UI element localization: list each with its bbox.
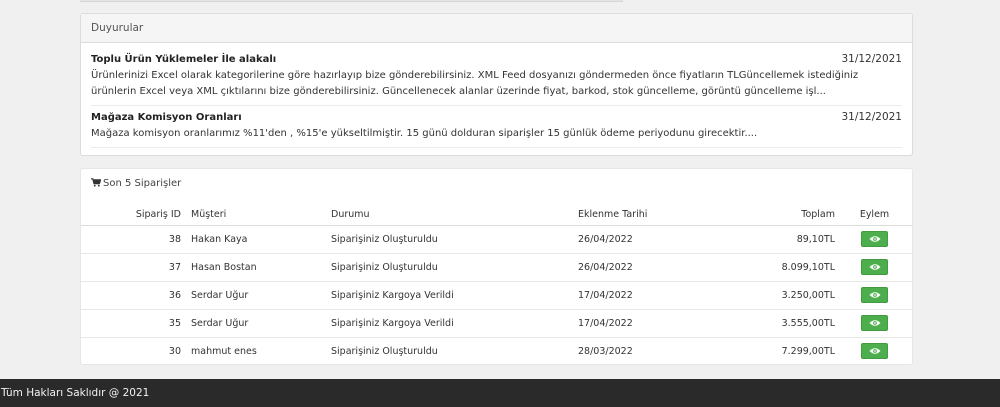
eye-icon	[869, 348, 881, 354]
table-row: 38 Hakan Kaya Siparişiniz Oluşturuldu 26…	[81, 225, 912, 254]
column-header-status: Durumu	[327, 205, 574, 226]
copyright-text: Tüm Hakları Saklıdır @ 2021	[1, 387, 150, 399]
order-customer: Hakan Kaya	[187, 225, 327, 254]
order-total: 8.099,10TL	[734, 253, 837, 282]
table-row: 35 Serdar Uğur Siparişiniz Kargoya Veril…	[81, 309, 912, 338]
recent-orders-panel: Son 5 Siparişler Sipariş ID Müşteri Duru…	[80, 168, 913, 365]
column-header-date: Eklenme Tarihi	[574, 205, 734, 226]
view-order-button[interactable]	[861, 259, 888, 275]
order-date: 28/03/2022	[578, 345, 633, 357]
order-total: 7.299,00TL	[781, 345, 835, 357]
eye-icon	[869, 292, 881, 298]
view-order-button[interactable]	[861, 315, 888, 331]
order-id: 36	[81, 281, 187, 310]
view-order-button[interactable]	[861, 231, 888, 247]
announcements-panel: Duyurular Toplu Ürün Yüklemeler İle alak…	[80, 13, 913, 156]
announcements-heading: Duyurular	[81, 14, 912, 43]
announcement-title: Mağaza Komisyon Oranları	[91, 112, 242, 123]
table-row: 37 Hasan Bostan Siparişiniz Oluşturuldu …	[81, 253, 912, 282]
table-row: 30 mahmut enes Siparişiniz Oluşturuldu 2…	[81, 337, 912, 365]
order-customer: Serdar Uğur	[187, 309, 327, 338]
order-total: 89,10TL	[734, 225, 837, 254]
footer: Tüm Hakları Saklıdır @ 2021	[0, 379, 1000, 407]
announcement-item: Toplu Ürün Yüklemeler İle alakalı 31/12/…	[91, 53, 902, 106]
order-id: 38	[81, 225, 187, 254]
table-row: 36 Serdar Uğur Siparişiniz Kargoya Veril…	[81, 281, 912, 310]
order-id: 30	[168, 345, 181, 357]
eye-icon	[869, 320, 881, 326]
recent-orders-title: Son 5 Siparişler	[103, 178, 182, 189]
order-customer: Serdar Uğur	[187, 281, 327, 310]
announcements-list: Toplu Ürün Yüklemeler İle alakalı 31/12/…	[81, 43, 912, 148]
recent-orders-heading: Son 5 Siparişler	[81, 169, 912, 199]
announcement-body: Mağaza komisyon oranlarımız %11'den , %1…	[91, 128, 758, 139]
order-status: Siparişiniz Oluşturuldu	[327, 253, 574, 282]
column-header-action: Eylem	[837, 205, 912, 226]
order-date: 26/04/2022	[574, 253, 734, 282]
table-header-row: Sipariş ID Müşteri Durumu Eklenme Tarihi…	[81, 205, 912, 226]
order-total: 3.250,00TL	[734, 281, 837, 310]
announcement-date: 31/12/2021	[841, 53, 902, 65]
view-order-button[interactable]	[861, 343, 888, 360]
shopping-cart-icon	[91, 178, 101, 187]
previous-panel-edge	[80, 0, 623, 2]
order-date: 17/04/2022	[574, 281, 734, 310]
eye-icon	[869, 264, 881, 270]
order-id: 37	[81, 253, 187, 282]
order-status: Siparişiniz Oluşturuldu	[327, 225, 574, 254]
announcement-title: Toplu Ürün Yüklemeler İle alakalı	[91, 54, 277, 65]
order-customer: Hasan Bostan	[187, 253, 327, 282]
announcement-date: 31/12/2021	[841, 111, 902, 123]
order-date: 17/04/2022	[574, 309, 734, 338]
order-date: 26/04/2022	[574, 225, 734, 254]
column-header-order-id: Sipariş ID	[81, 205, 187, 226]
order-customer: mahmut enes	[191, 345, 257, 357]
column-header-total: Toplam	[734, 205, 837, 226]
eye-icon	[869, 236, 881, 242]
order-status: Siparişiniz Kargoya Verildi	[327, 309, 574, 338]
order-status: Siparişiniz Oluşturuldu	[331, 345, 438, 357]
column-header-customer: Müşteri	[187, 205, 327, 226]
orders-table: Sipariş ID Müşteri Durumu Eklenme Tarihi…	[81, 205, 912, 365]
view-order-button[interactable]	[861, 287, 888, 303]
order-status: Siparişiniz Kargoya Verildi	[327, 281, 574, 310]
announcement-item: Mağaza Komisyon Oranları 31/12/2021 Mağa…	[91, 111, 902, 148]
announcement-body: Ürünlerinizi Excel olarak kategorilerine…	[91, 70, 859, 97]
order-id: 35	[81, 309, 187, 338]
order-total: 3.555,00TL	[734, 309, 837, 338]
